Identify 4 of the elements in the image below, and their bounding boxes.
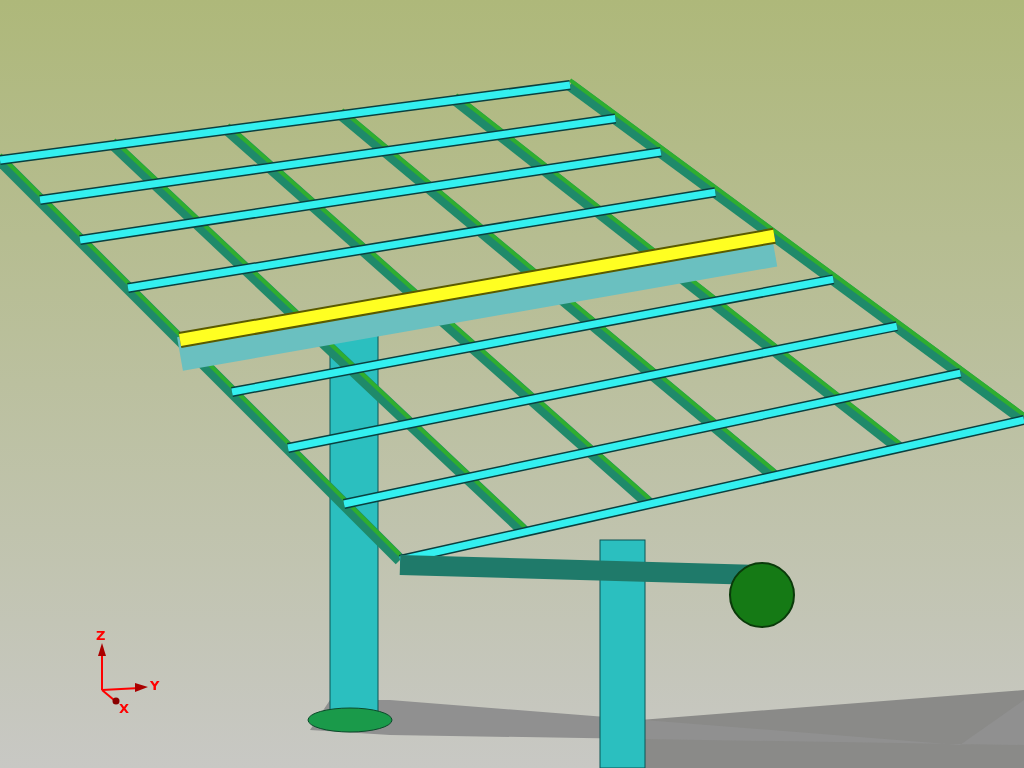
axis-triad-icon: [98, 643, 148, 705]
x-axis-label: X: [119, 701, 130, 716]
y-axis-label: Y: [150, 678, 160, 693]
z-axis-label: Z: [96, 628, 106, 643]
